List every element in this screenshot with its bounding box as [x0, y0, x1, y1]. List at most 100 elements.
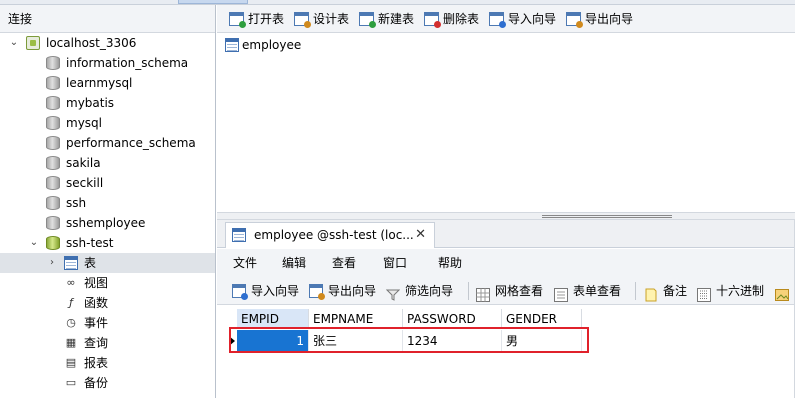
button-label: 打开表 [248, 12, 285, 26]
tree-item-seckill[interactable]: seckill [0, 173, 215, 193]
column-header-empid[interactable]: EMPID [237, 309, 309, 329]
connection-panel-header: 连接 [0, 5, 215, 33]
button-label: 筛选向导 [405, 284, 454, 298]
toolbar-separator [635, 282, 636, 300]
form-view-icon [554, 284, 568, 302]
tree-item-functions[interactable]: ƒ 函数 [0, 293, 215, 313]
column-header-password[interactable]: PASSWORD [403, 309, 502, 329]
button-label: 导出向导 [328, 284, 377, 298]
import-wizard-icon [232, 284, 248, 300]
hex-icon [697, 284, 711, 302]
new-table-icon [359, 12, 376, 28]
tree-item-events[interactable]: ◷ 事件 [0, 313, 215, 333]
backup-icon: ▭ [65, 376, 77, 389]
chevron-down-icon[interactable]: ⌄ [8, 33, 20, 53]
report-icon: ▤ [65, 356, 77, 369]
menu-view[interactable]: 查看 [332, 249, 356, 277]
view-icon: ∞ [66, 276, 76, 289]
tree-item-performance-schema[interactable]: performance_schema [0, 133, 215, 153]
column-header-gender[interactable]: GENDER [502, 309, 582, 329]
tree-item-sakila[interactable]: sakila [0, 153, 215, 173]
open-table-icon [229, 12, 246, 28]
event-icon: ◷ [66, 316, 76, 329]
top-tab-marker[interactable] [178, 0, 248, 4]
object-item-label: employee [242, 38, 302, 52]
column-header-empname[interactable]: EMPNAME [309, 309, 403, 329]
table-icon [232, 228, 246, 242]
tree-item-label: mysql [66, 116, 102, 130]
menu-edit[interactable]: 编辑 [282, 249, 306, 277]
data-grid: EMPID EMPNAME PASSWORD GENDER 1 张三 1234 … [225, 306, 795, 398]
tree-item-localhost[interactable]: ⌄ localhost_3306 [0, 33, 215, 53]
panel-splitter[interactable] [217, 212, 795, 220]
tree-item-label: 视图 [84, 276, 109, 290]
menu-help[interactable]: 帮助 [438, 249, 462, 277]
button-label: 备注 [663, 284, 688, 298]
tree-item-learnmysql[interactable]: learnmysql [0, 73, 215, 93]
button-label: 导入向导 [251, 284, 300, 298]
table-viewer: employee @ssh-test (loc... ✕ 文件 编辑 查看 窗口… [217, 220, 795, 398]
close-icon[interactable]: ✕ [415, 223, 426, 247]
tree-item-sshemployee[interactable]: sshemployee [0, 213, 215, 233]
tree-item-ssh[interactable]: ssh [0, 193, 215, 213]
image-icon [775, 284, 789, 301]
button-label: 新建表 [378, 12, 415, 26]
filter-icon [385, 284, 401, 301]
button-label: 表单查看 [573, 284, 622, 298]
tree-item-queries[interactable]: ▦ 查询 [0, 333, 215, 353]
tree-item-label: 报表 [84, 356, 109, 370]
tree-item-label: seckill [66, 176, 104, 190]
tree-item-label: localhost_3306 [46, 36, 137, 50]
tree-item-backups[interactable]: ▭ 备份 [0, 373, 215, 393]
table-icon [225, 38, 239, 52]
button-label: 十六进制 [716, 284, 765, 298]
export-wizard-icon [309, 284, 325, 300]
tree-item-tables[interactable]: › 表 [0, 253, 215, 273]
tree-item-mysql[interactable]: mysql [0, 113, 215, 133]
tree-item-label: performance_schema [66, 136, 196, 150]
tree-item-label: sakila [66, 156, 101, 170]
button-label: 设计表 [313, 12, 350, 26]
tree-item-label: ssh [66, 196, 87, 210]
document-tabs: employee @ssh-test (loc... ✕ [217, 220, 795, 248]
menu-file[interactable]: 文件 [233, 249, 257, 277]
menu-window[interactable]: 窗口 [383, 249, 407, 277]
export-wizard-icon [566, 12, 583, 28]
chevron-down-icon[interactable]: ⌄ [28, 233, 40, 253]
tree-item-mybatis[interactable]: mybatis [0, 93, 215, 113]
database-icon [46, 156, 60, 170]
tree-item-reports[interactable]: ▤ 报表 [0, 353, 215, 373]
database-icon [46, 96, 60, 110]
table-icon [64, 256, 78, 270]
tree-item-label: sshemployee [66, 216, 146, 230]
tree-item-views[interactable]: ∞ 视图 [0, 273, 215, 293]
tree-item-ssh-test[interactable]: ⌄ ssh-test [0, 233, 215, 253]
import-wizard-icon [489, 12, 506, 28]
object-list: employee [217, 34, 795, 212]
tree-item-information-schema[interactable]: information_schema [0, 53, 215, 73]
delete-table-icon [424, 12, 441, 28]
design-table-icon [294, 12, 311, 28]
chevron-right-icon[interactable]: › [46, 253, 58, 273]
memo-icon [644, 284, 658, 302]
tree-item-label: 事件 [84, 316, 109, 330]
database-icon [46, 56, 60, 70]
object-toolbar: 打开表 设计表 新建表 删除表 导入向导 导出向导 [217, 5, 795, 33]
tree-item-label: 表 [84, 256, 97, 270]
query-icon: ▦ [65, 336, 77, 349]
button-label: 导出向导 [585, 12, 634, 26]
tree-item-label: learnmysql [66, 76, 133, 90]
toolbar-separator [468, 282, 469, 300]
tree-item-label: ssh-test [66, 236, 114, 250]
button-label: 导入向导 [508, 12, 557, 26]
tab-employee[interactable]: employee @ssh-test (loc... ✕ [225, 222, 435, 248]
database-icon [46, 116, 60, 130]
grid-view-icon [476, 284, 490, 302]
row-highlight-annotation [229, 327, 589, 353]
viewer-toolbar: 导入向导 导出向导 筛选向导 网格查看 表单查看 备注 十六进制 [217, 277, 795, 305]
tab-label: employee @ssh-test (loc... [254, 228, 414, 242]
database-icon [46, 196, 60, 210]
button-label: 删除表 [443, 12, 480, 26]
menu-bar: 文件 编辑 查看 窗口 帮助 [217, 249, 795, 277]
splitter-grip[interactable] [542, 215, 672, 218]
